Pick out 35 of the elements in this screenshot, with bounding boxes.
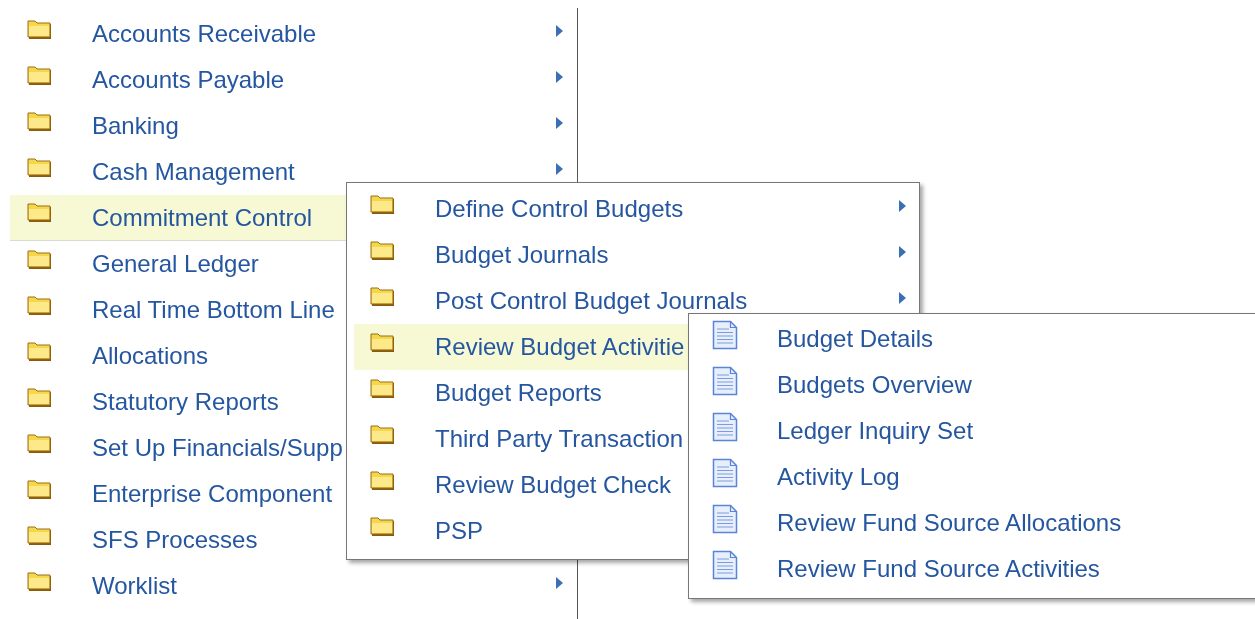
folder-icon <box>27 340 53 362</box>
menu-item[interactable]: Worklist <box>10 563 577 609</box>
folder-icon <box>370 469 396 491</box>
folder-icon <box>370 331 396 353</box>
menu-item[interactable]: Accounts Payable <box>10 57 577 103</box>
menu-item[interactable]: Review Fund Source Activities <box>689 546 1255 592</box>
menu-item[interactable]: Accounts Receivable <box>10 11 577 57</box>
folder-icon <box>27 64 53 86</box>
menu-item[interactable]: Ledger Inquiry Set <box>689 408 1255 454</box>
folder-icon <box>27 202 53 223</box>
document-icon <box>712 366 738 396</box>
document-icon <box>712 458 738 488</box>
folder-icon <box>27 570 53 592</box>
folder-icon <box>370 239 396 261</box>
folder-icon <box>370 285 396 307</box>
folder-icon <box>27 294 53 316</box>
folder-icon <box>27 386 53 408</box>
menu-item[interactable]: Banking <box>10 103 577 149</box>
folder-icon <box>27 156 53 178</box>
folder-icon <box>370 193 396 215</box>
folder-icon <box>370 377 396 399</box>
folder-icon <box>27 110 53 132</box>
folder-icon <box>27 524 53 546</box>
folder-icon <box>27 18 53 40</box>
folder-icon <box>27 478 53 500</box>
menu-item[interactable]: Activity Log <box>689 454 1255 500</box>
folder-icon <box>370 515 396 537</box>
folder-icon <box>370 423 396 445</box>
menu-item[interactable]: Review Fund Source Allocations <box>689 500 1255 546</box>
folder-icon <box>27 248 53 270</box>
document-icon <box>712 320 738 350</box>
document-icon <box>712 550 738 580</box>
document-icon <box>712 412 738 442</box>
document-icon <box>712 504 738 534</box>
folder-icon <box>27 432 53 454</box>
